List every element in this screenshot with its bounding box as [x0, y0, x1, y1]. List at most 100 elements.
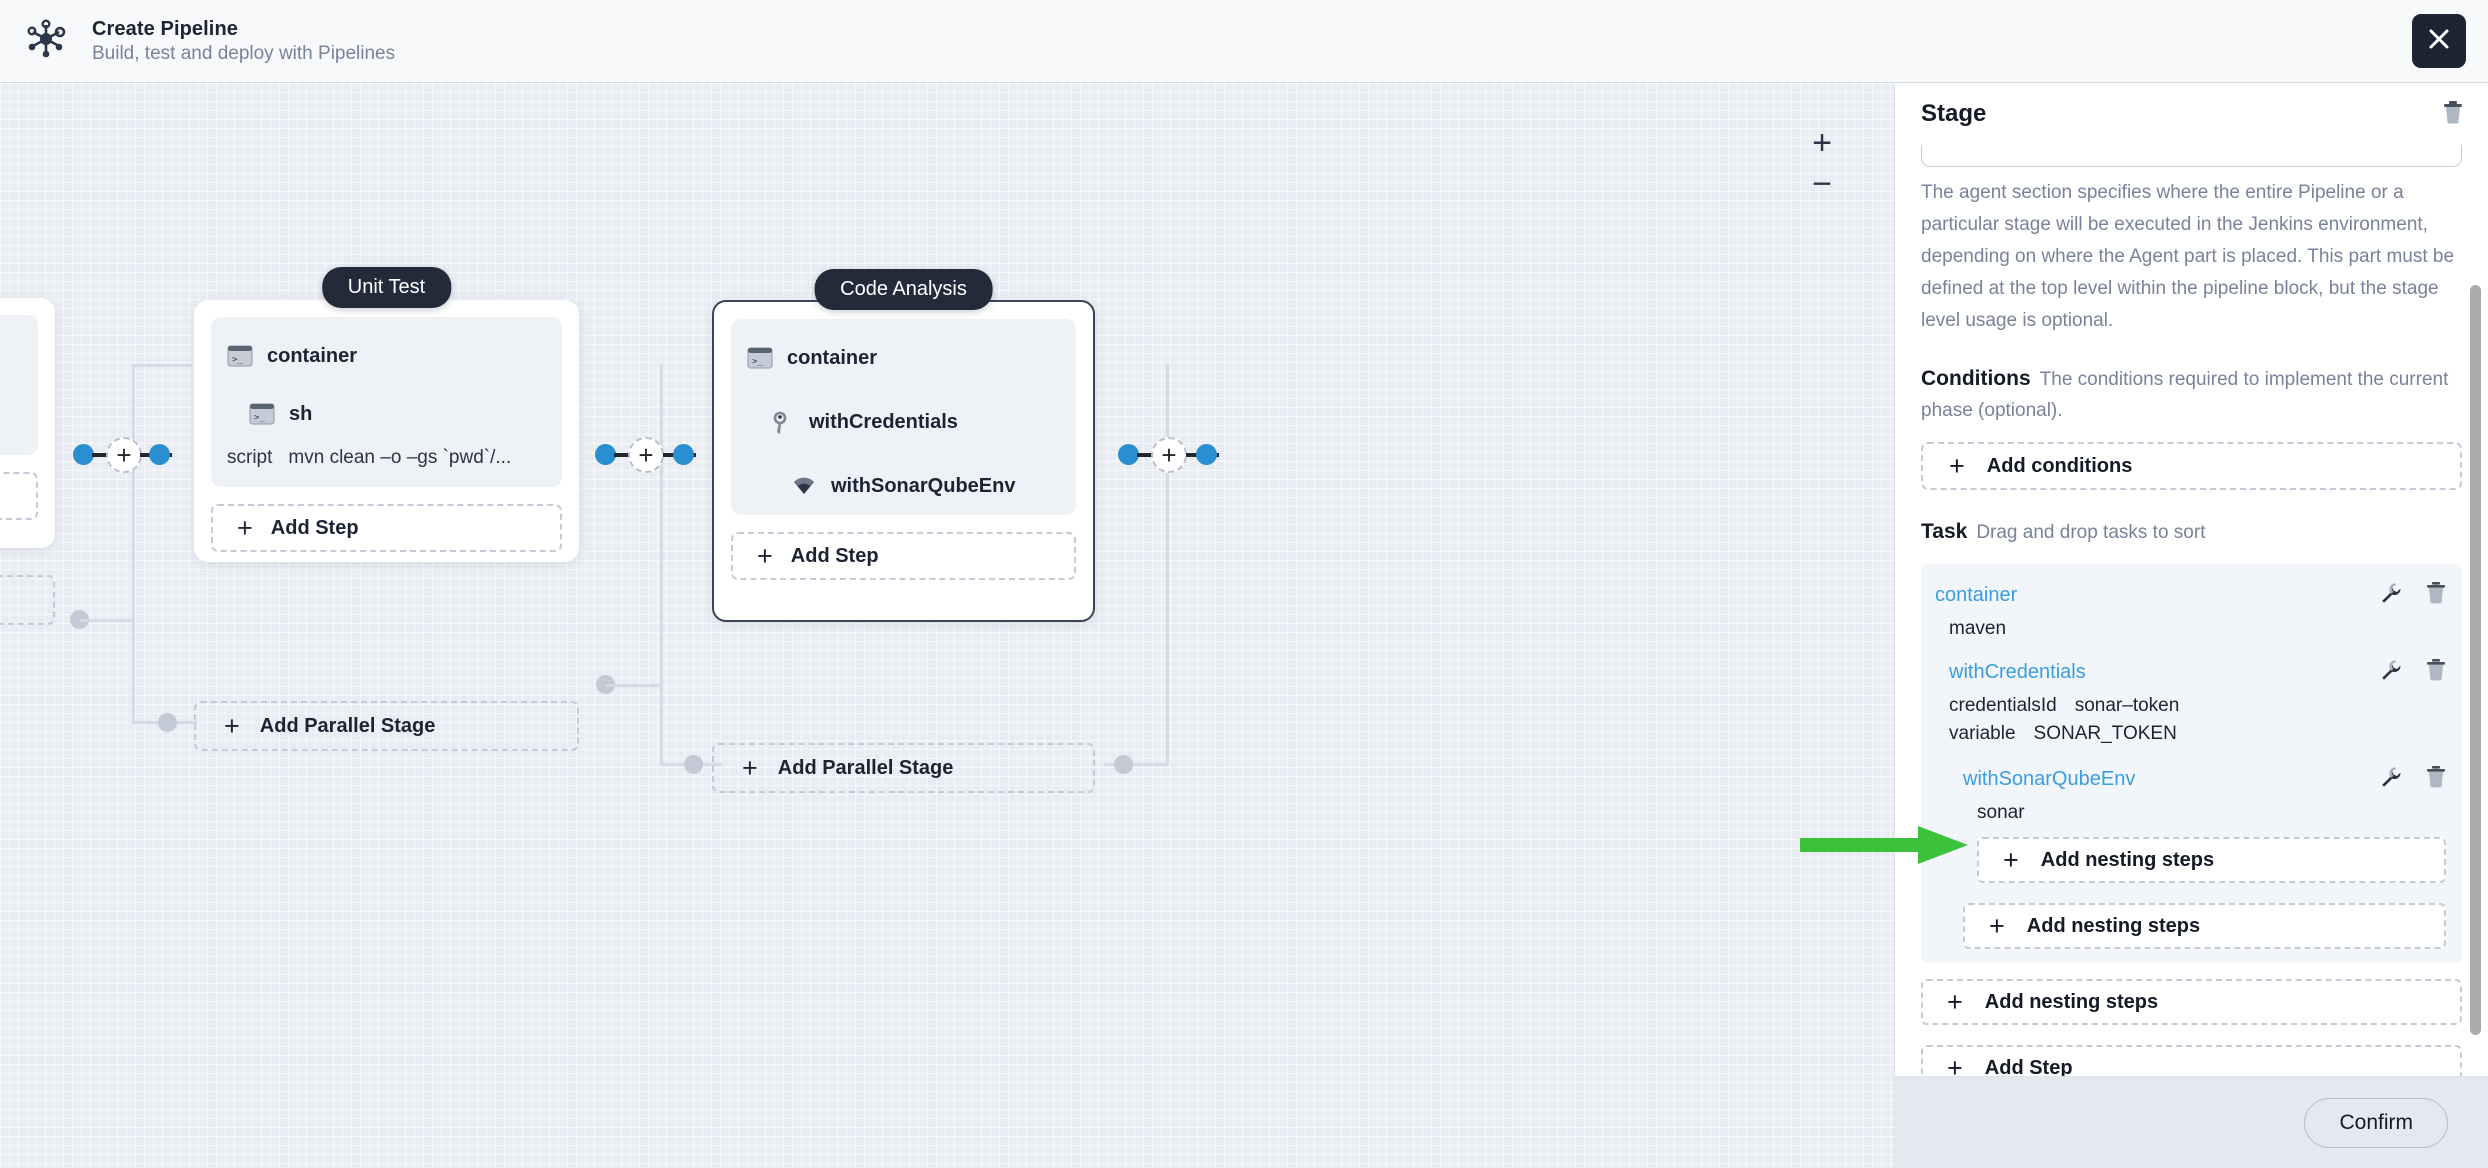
plus-icon: + — [224, 710, 240, 741]
add-parallel-stage-button-1[interactable]: + Add Parallel Stage — [194, 701, 579, 751]
task-param: variable SONAR_TOKEN — [1921, 720, 2462, 748]
agent-input-field[interactable] — [1921, 145, 2462, 167]
task-actions — [2380, 659, 2446, 686]
stage-name-badge[interactable]: Unit Test — [321, 267, 452, 308]
step-row[interactable]: withCredentials — [747, 401, 1060, 443]
wrench-icon[interactable] — [2380, 766, 2402, 793]
svg-text:>_: >_ — [232, 355, 243, 365]
edge-line — [606, 684, 662, 687]
stage-name-badge[interactable]: Code Analysis — [814, 269, 993, 310]
close-button[interactable] — [2412, 14, 2466, 68]
confirm-button[interactable]: Confirm — [2304, 1097, 2448, 1148]
edge-handle[interactable] — [684, 755, 703, 774]
add-step-label: Add Step — [790, 544, 879, 567]
task-actions — [2380, 582, 2446, 609]
stage-card-code-analysis[interactable]: Code Analysis >_ container withCredentia… — [712, 269, 1095, 622]
steps-box: >_ container withCredentials withSonarQu… — [731, 319, 1076, 515]
add-nesting-steps-label: Add nesting steps — [2026, 914, 2201, 937]
add-step-label: Add Step — [1984, 1056, 2073, 1077]
page-subtitle: Build, test and deploy with Pipelines — [92, 42, 396, 64]
plus-icon: + — [1161, 440, 1177, 470]
edge-handle[interactable] — [158, 713, 177, 732]
connector-dot[interactable] — [149, 444, 170, 465]
agent-description: The agent section specifies where the en… — [1921, 182, 2455, 331]
task-param: sonar — [1921, 799, 2462, 827]
zoom-in-button[interactable]: + — [1802, 123, 1842, 169]
connector-dot[interactable] — [595, 444, 616, 465]
edge-line — [132, 364, 135, 724]
add-step-button[interactable] — [0, 472, 38, 520]
add-stage-node-button[interactable]: + — [106, 437, 142, 473]
task-row-withsonarqubeenv[interactable]: withSonarQubeEnv — [1921, 760, 2462, 799]
step-label: withCredentials — [809, 410, 958, 433]
edge-line — [80, 619, 132, 622]
connector-dot[interactable] — [673, 444, 694, 465]
wrench-icon[interactable] — [2380, 582, 2402, 609]
step-row[interactable]: >_ sh — [227, 393, 546, 435]
add-conditions-button[interactable]: + Add conditions — [1921, 442, 2462, 490]
step-row[interactable]: >_ container — [227, 335, 546, 377]
add-stage-node-button[interactable]: + — [628, 437, 664, 473]
add-step-button[interactable]: + Add Step — [1921, 1045, 2462, 1076]
add-stage-node-button[interactable]: + — [1151, 437, 1187, 473]
panel-body[interactable]: The agent section specifies where the en… — [1895, 145, 2488, 1076]
add-parallel-stage-partial[interactable] — [0, 575, 55, 625]
plus-icon: + — [1947, 1052, 1963, 1076]
task-param: credentialsId sonar–token — [1921, 692, 2462, 720]
stage-card-unit-test[interactable]: Unit Test >_ container >_ sh script mvn … — [194, 267, 579, 562]
trash-icon[interactable] — [2426, 766, 2446, 793]
step-param-key: script — [227, 447, 273, 468]
step-param-value: mvn clean –o –gs `pwd`/... — [288, 447, 512, 468]
stage-card-partial[interactable] — [0, 298, 55, 548]
task-param-key: variable — [1949, 723, 2016, 744]
add-nesting-steps-button-1[interactable]: + Add nesting steps — [1921, 979, 2462, 1025]
task-name[interactable]: withSonarQubeEnv — [1963, 768, 2135, 791]
add-nesting-steps-button-3[interactable]: + Add nesting steps — [1977, 837, 2446, 883]
panel-scrollbar[interactable] — [2470, 285, 2481, 1035]
edge-line — [660, 364, 663, 764]
task-name[interactable]: container — [1935, 584, 2017, 607]
task-param-key: credentialsId — [1949, 695, 2057, 716]
trash-icon[interactable] — [2442, 100, 2464, 129]
step-row[interactable]: withSonarQubeEnv — [747, 465, 1060, 507]
task-actions — [2380, 766, 2446, 793]
task-param-value: SONAR_TOKEN — [2033, 723, 2177, 744]
add-step-button[interactable]: + Add Step — [211, 504, 562, 552]
logo-wrap — [0, 19, 92, 64]
task-param: maven — [1921, 615, 2462, 643]
add-nesting-steps-button-2[interactable]: + Add nesting steps — [1963, 903, 2446, 949]
zoom-out-button[interactable]: − — [1802, 167, 1842, 215]
edge-handle[interactable] — [1114, 755, 1133, 774]
terminal-icon: >_ — [747, 347, 773, 369]
zoom-controls: + − — [1802, 123, 1842, 215]
app-header: Create Pipeline Build, test and deploy w… — [0, 0, 2488, 83]
plus-icon: + — [638, 440, 654, 470]
add-conditions-label: Add conditions — [1986, 454, 2133, 477]
pipeline-network-icon — [26, 19, 66, 64]
panel-header: Stage — [1895, 83, 2488, 145]
add-parallel-stage-button-2[interactable]: + Add Parallel Stage — [712, 743, 1095, 793]
svg-text:>_: >_ — [254, 413, 265, 423]
connector-dot[interactable] — [1196, 444, 1217, 465]
task-row-container[interactable]: container — [1921, 576, 2462, 615]
plus-icon: + — [1989, 910, 2005, 941]
add-step-button[interactable]: + Add Step — [731, 532, 1076, 580]
pipeline-canvas[interactable]: + − + Unit Test >_ container >_ sh scrip… — [0, 83, 1894, 1168]
wrench-icon[interactable] — [2380, 659, 2402, 686]
add-nesting-steps-label: Add nesting steps — [1984, 990, 2159, 1013]
task-list[interactable]: container maven withCredentials credenti… — [1921, 564, 2462, 963]
task-name[interactable]: withCredentials — [1949, 661, 2086, 684]
connector-dot[interactable] — [1118, 444, 1139, 465]
task-row-withcredentials[interactable]: withCredentials — [1921, 653, 2462, 692]
task-param-key: sonar — [1977, 802, 2025, 823]
step-label: sh — [289, 402, 313, 425]
add-nesting-steps-label: Add nesting steps — [2040, 848, 2215, 871]
trash-icon[interactable] — [2426, 582, 2446, 609]
connector-dot[interactable] — [73, 444, 94, 465]
task-param-value: sonar–token — [2074, 695, 2180, 716]
key-icon — [769, 411, 795, 434]
plus-icon: + — [1947, 986, 1963, 1017]
plus-icon: + — [1949, 450, 1965, 481]
trash-icon[interactable] — [2426, 659, 2446, 686]
step-row[interactable]: >_ container — [747, 337, 1060, 379]
